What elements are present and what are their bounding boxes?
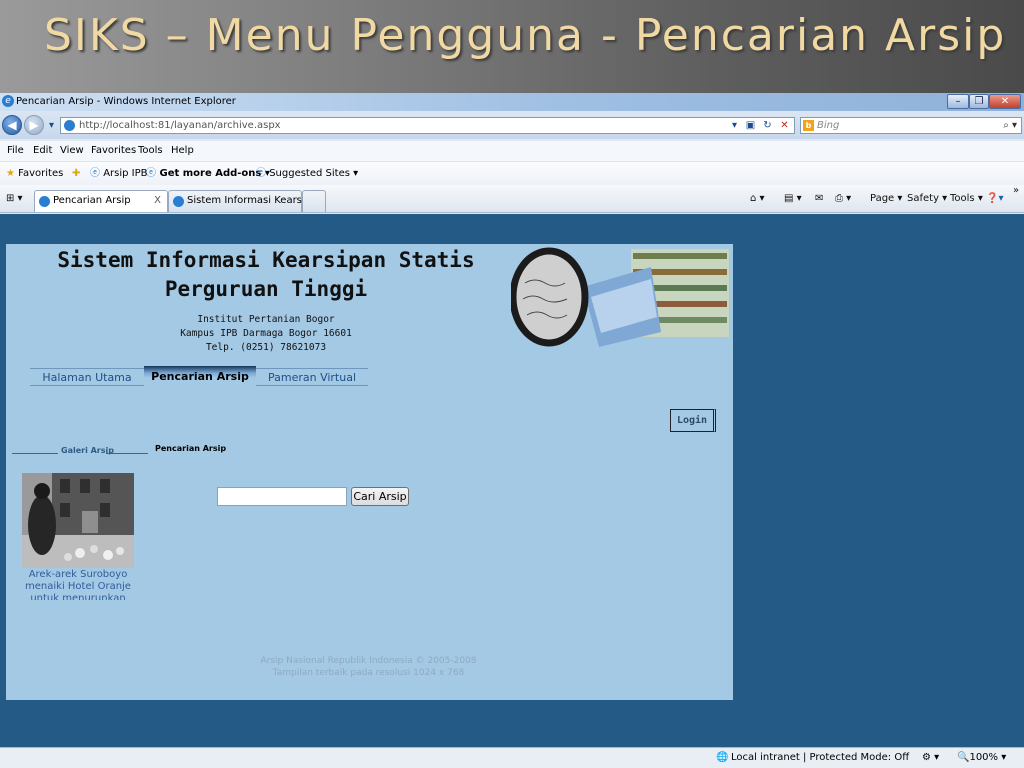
archive-search-input[interactable] [217, 487, 347, 506]
divider [12, 453, 58, 454]
main-nav: Halaman Utama Pencarian Arsip Pameran Vi… [30, 366, 368, 386]
page-icon [173, 196, 184, 207]
browser-window: e Pencarian Arsip - Windows Internet Exp… [0, 93, 1024, 768]
zoom-level[interactable]: 🔍100% ▾ [957, 748, 1006, 768]
tab-pencarian-arsip[interactable]: Pencarian Arsip X [34, 190, 168, 212]
slide-title-bar: SIKS – Menu Pengguna - Pencarian Arsip [0, 0, 1024, 93]
back-button[interactable]: ◀ [2, 115, 22, 135]
fav-arsip-ipb[interactable]: ⓔ Arsip IPB [90, 162, 148, 186]
page-icon [64, 120, 75, 131]
mail-icon[interactable]: ✉ [815, 185, 823, 213]
quick-tabs-icon[interactable]: ⊞ ▾ [6, 185, 23, 213]
header-archive-image [511, 247, 729, 349]
bing-logo-icon: b [803, 120, 814, 131]
compatibility-icon[interactable]: ▣ [743, 118, 758, 133]
fav-suggested-sites[interactable]: ⓔ Suggested Sites ▾ [256, 162, 358, 186]
footer-copyright: Arsip Nasional Republik Indonesia © 2005… [260, 656, 477, 666]
security-zone[interactable]: Local intranet | Protected Mode: Off [731, 748, 909, 768]
address-bar[interactable]: http://localhost:81/layanan/archive.aspx [60, 117, 795, 134]
page-icon: ⓔ [256, 168, 266, 179]
stop-icon[interactable]: ✕ [777, 118, 792, 133]
print-icon[interactable]: ⎙ ▾ [835, 185, 851, 213]
address-url: http://localhost:81/layanan/archive.aspx [79, 120, 281, 131]
menu-tools[interactable]: Tools [138, 141, 163, 161]
tab-bar: ⊞ ▾ Pencarian Arsip X Sistem Informasi K… [0, 185, 1024, 213]
status-bar: 🌐 Local intranet | Protected Mode: Off ⚙… [0, 747, 1024, 768]
page-icon: ⓔ [90, 168, 100, 179]
address-toolbar: ◀ ▶ ▾ http://localhost:81/layanan/archiv… [0, 111, 1024, 139]
web-page: Sistem Informasi Kearsipan Statis Pergur… [6, 244, 733, 700]
search-placeholder: Bing [817, 120, 840, 131]
tools-menu[interactable]: Tools ▾ [950, 185, 983, 213]
menu-favorites[interactable]: Favorites [91, 141, 136, 161]
tab-close-icon[interactable]: X [154, 191, 161, 211]
page-icon: ⓔ [146, 168, 156, 179]
protected-mode-icon[interactable]: ⚙ ▾ [922, 748, 939, 768]
forward-button[interactable]: ▶ [24, 115, 44, 135]
feeds-icon[interactable]: ▤ ▾ [784, 185, 802, 213]
history-dropdown-icon[interactable]: ▾ [44, 118, 59, 133]
star-icon: ★ [6, 168, 15, 179]
galeri-heading: Galeri Arsip [12, 446, 148, 460]
nav-pameran-virtual[interactable]: Pameran Virtual [256, 369, 368, 386]
divider [106, 453, 148, 454]
favorites-bar: ★ Favorites ✚ ⓔ Arsip IPB ⓔ Get more Add… [0, 161, 1024, 185]
nav-halaman-utama[interactable]: Halaman Utama [30, 369, 144, 386]
chevron-right-icon[interactable]: » [1013, 185, 1019, 197]
add-favorite-icon[interactable]: ✚ [72, 162, 80, 186]
home-icon[interactable]: ⌂ ▾ [750, 185, 765, 213]
campus-address: Kampus IPB Darmaga Bogor 16601 [180, 328, 352, 339]
cari-arsip-button[interactable]: Cari Arsip [351, 487, 409, 506]
new-tab-button[interactable] [302, 190, 326, 212]
page-icon [39, 196, 50, 207]
slide-title: SIKS – Menu Pengguna - Pencarian Arsip [44, 10, 1007, 61]
institution-name: Institut Pertanian Bogor [197, 314, 335, 325]
fav-get-addons[interactable]: ⓔ Get more Add-ons ▾ [146, 162, 270, 186]
maximize-button[interactable]: ❐ [969, 94, 989, 109]
content-area: Sistem Informasi Kearsipan Statis Pergur… [0, 214, 1024, 747]
globe-icon: 🌐 [716, 752, 729, 763]
help-icon[interactable]: ❓▾ [986, 185, 1003, 213]
window-title: Pencarian Arsip - Windows Internet Explo… [16, 96, 236, 107]
search-box[interactable]: b Bing ⌕ ▾ [800, 117, 1022, 134]
menu-edit[interactable]: Edit [33, 141, 52, 161]
gallery-caption[interactable]: Arek-arek Suroboyo menaiki Hotel Oranje … [20, 569, 136, 600]
site-title: Sistem Informasi Kearsipan Statis Pergur… [57, 248, 475, 301]
menu-help[interactable]: Help [171, 141, 194, 161]
minimize-button[interactable]: – [947, 94, 969, 109]
refresh-icon[interactable]: ↻ [760, 118, 775, 133]
menu-bar: File Edit View Favorites Tools Help [0, 141, 1024, 161]
gallery-photo[interactable] [22, 473, 134, 568]
login-button[interactable]: Login [670, 409, 716, 432]
page-menu[interactable]: Page ▾ [870, 185, 902, 213]
address-dropdown-icon[interactable]: ▾ [727, 118, 742, 133]
nav-pencarian-arsip[interactable]: Pencarian Arsip [144, 366, 256, 386]
search-icon[interactable]: ⌕ ▾ [1003, 118, 1017, 133]
favorites-button[interactable]: ★ Favorites [6, 162, 63, 186]
footer-resolution-note: Tampilan terbaik pada resolusi 1024 x 76… [272, 668, 465, 678]
menu-file[interactable]: File [7, 141, 24, 161]
menu-view[interactable]: View [60, 141, 84, 161]
close-window-button[interactable]: ✕ [989, 94, 1021, 109]
tab-sistem-informasi[interactable]: Sistem Informasi Kearsipa... [168, 190, 327, 212]
phone-number: Telp. (0251) 78621073 [205, 342, 327, 353]
pencarian-heading: Pencarian Arsip [155, 444, 227, 453]
ie-logo-icon: e [2, 95, 14, 107]
safety-menu[interactable]: Safety ▾ [907, 185, 947, 213]
window-titlebar: e Pencarian Arsip - Windows Internet Exp… [0, 93, 1024, 111]
